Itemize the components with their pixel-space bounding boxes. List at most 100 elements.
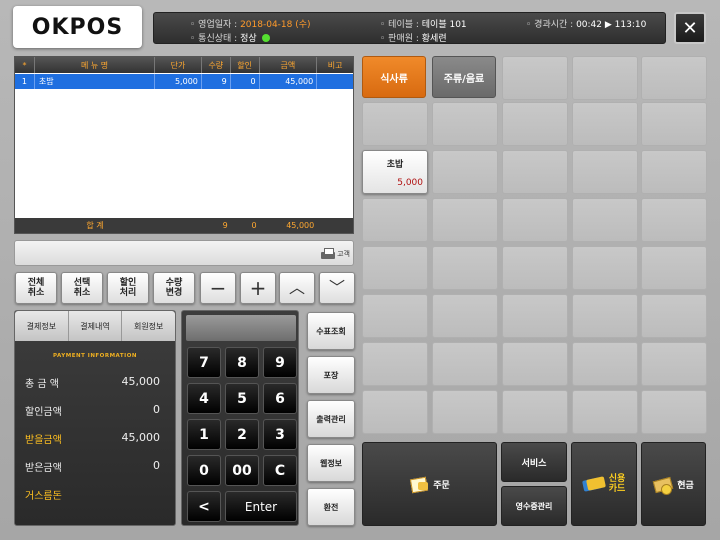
empty-menu-slot[interactable] — [502, 198, 568, 242]
empty-menu-slot[interactable] — [572, 342, 638, 386]
payment-heading: PAYMENT INFORMATION — [53, 353, 137, 359]
comm-status: ◦ 통신상태 : 정상 — [190, 31, 270, 44]
empty-menu-slot[interactable] — [502, 56, 568, 100]
discount-button[interactable]: 할인 처리 — [107, 272, 149, 304]
empty-menu-slot[interactable] — [641, 102, 707, 146]
empty-menu-slot[interactable] — [572, 294, 638, 338]
total-label: 합 계 — [86, 221, 104, 230]
empty-menu-slot[interactable] — [362, 390, 428, 434]
clock-value: 113:10 — [614, 20, 647, 30]
plus-button[interactable]: + — [240, 272, 276, 304]
empty-menu-slot[interactable] — [432, 294, 498, 338]
cash-label: 현금 — [677, 480, 694, 491]
empty-menu-slot[interactable] — [432, 150, 498, 194]
empty-menu-slot[interactable] — [572, 246, 638, 290]
empty-menu-slot[interactable] — [502, 294, 568, 338]
customer-print-button[interactable]: 고객 — [321, 245, 350, 262]
key-6[interactable]: 6 — [263, 383, 297, 414]
payment-tabs: 결제정보 결제내역 회원정보 — [15, 311, 175, 341]
web-info-button[interactable]: 웹정보 — [307, 444, 355, 482]
empty-menu-slot[interactable] — [362, 198, 428, 242]
empty-menu-slot[interactable] — [362, 342, 428, 386]
empty-menu-slot[interactable] — [432, 102, 498, 146]
discount-amount-value: 0 — [153, 403, 160, 416]
key-clear[interactable]: C — [263, 455, 297, 486]
key-1[interactable]: 1 — [187, 419, 221, 450]
minus-button[interactable]: − — [200, 272, 236, 304]
service-button[interactable]: 서비스 — [501, 442, 567, 482]
key-7[interactable]: 7 — [187, 347, 221, 378]
col-header: * — [15, 57, 35, 73]
cancel-all-button[interactable]: 전체 취소 — [15, 272, 57, 304]
empty-menu-slot[interactable] — [572, 390, 638, 434]
key-8[interactable]: 8 — [225, 347, 259, 378]
key-3[interactable]: 3 — [263, 419, 297, 450]
okpos-logo: OKPOS — [13, 6, 142, 48]
print-management-button[interactable]: 출력관리 — [307, 400, 355, 438]
discount-amount-row: 할인금액 0 — [25, 403, 160, 418]
close-icon: ✕ — [682, 17, 698, 39]
empty-menu-slot[interactable] — [641, 294, 707, 338]
empty-menu-slot[interactable] — [432, 342, 498, 386]
enter-button[interactable]: Enter — [225, 491, 297, 522]
empty-menu-slot[interactable] — [572, 198, 638, 242]
empty-menu-slot[interactable] — [502, 246, 568, 290]
empty-menu-slot[interactable] — [641, 342, 707, 386]
row-qty: 9 — [202, 74, 231, 89]
row-discount: 0 — [231, 74, 260, 89]
up-arrow-button[interactable]: ︿ — [279, 272, 315, 304]
menu-item-sushi[interactable]: 초밥 5,000 — [362, 150, 428, 194]
empty-menu-slot[interactable] — [641, 390, 707, 434]
order-table: * 메 뉴 명 단가 수량 할인 금액 비고 1 초밥 5,000 9 0 45… — [14, 56, 354, 234]
key-00[interactable]: 00 — [225, 455, 259, 486]
receipt-management-button[interactable]: 영수증관리 — [501, 486, 567, 526]
table-row[interactable]: 1 초밥 5,000 9 0 45,000 — [15, 74, 353, 89]
empty-menu-slot[interactable] — [641, 56, 707, 100]
empty-menu-slot[interactable] — [572, 102, 638, 146]
empty-menu-slot[interactable] — [641, 198, 707, 242]
takeout-button[interactable]: 포장 — [307, 356, 355, 394]
empty-menu-slot[interactable] — [432, 246, 498, 290]
close-button[interactable]: ✕ — [674, 12, 706, 44]
empty-menu-slot[interactable] — [502, 102, 568, 146]
key-2[interactable]: 2 — [225, 419, 259, 450]
total-qty: 9 — [222, 221, 228, 230]
service-label: 서비스 — [521, 458, 547, 469]
down-arrow-button[interactable]: ﹀ — [319, 272, 355, 304]
tab-member-info[interactable]: 회원정보 — [122, 311, 175, 341]
empty-menu-slot[interactable] — [362, 246, 428, 290]
cash-button[interactable]: 현금 — [641, 442, 706, 526]
order-button[interactable]: 주문 — [362, 442, 497, 526]
empty-menu-slot[interactable] — [432, 198, 498, 242]
status-dot-icon — [261, 34, 270, 42]
key-5[interactable]: 5 — [225, 383, 259, 414]
credit-card-icon — [583, 477, 605, 491]
key-0[interactable]: 0 — [187, 455, 221, 486]
check-inquiry-button[interactable]: 수표조회 — [307, 312, 355, 350]
menu-item-price: 5,000 — [397, 178, 423, 188]
empty-menu-slot[interactable] — [362, 102, 428, 146]
empty-menu-slot[interactable] — [572, 56, 638, 100]
empty-menu-slot[interactable] — [362, 294, 428, 338]
tab-payment-history[interactable]: 결제내역 — [69, 311, 123, 341]
category-meals[interactable]: 식사류 — [362, 56, 426, 98]
change-qty-button[interactable]: 수량 변경 — [153, 272, 195, 304]
backspace-button[interactable]: < — [187, 491, 221, 522]
empty-menu-slot[interactable] — [641, 246, 707, 290]
category-drinks[interactable]: 주류/음료 — [432, 56, 496, 98]
exchange-button[interactable]: 환전 — [307, 488, 355, 526]
key-4[interactable]: 4 — [187, 383, 221, 414]
credit-card-button[interactable]: 신용 카드 — [571, 442, 637, 526]
empty-menu-slot[interactable] — [502, 390, 568, 434]
empty-menu-slot[interactable] — [641, 150, 707, 194]
tab-payment-info[interactable]: 결제정보 — [15, 311, 69, 341]
empty-menu-slot[interactable] — [432, 390, 498, 434]
customer-print-label: 고객 — [337, 249, 350, 258]
empty-menu-slot[interactable] — [572, 150, 638, 194]
empty-menu-slot[interactable] — [502, 150, 568, 194]
key-9[interactable]: 9 — [263, 347, 297, 378]
memo-bar[interactable]: 고객 — [14, 240, 354, 266]
cancel-selected-button[interactable]: 선택 취소 — [61, 272, 103, 304]
empty-menu-slot[interactable] — [502, 342, 568, 386]
due-amount-value: 45,000 — [121, 431, 161, 444]
